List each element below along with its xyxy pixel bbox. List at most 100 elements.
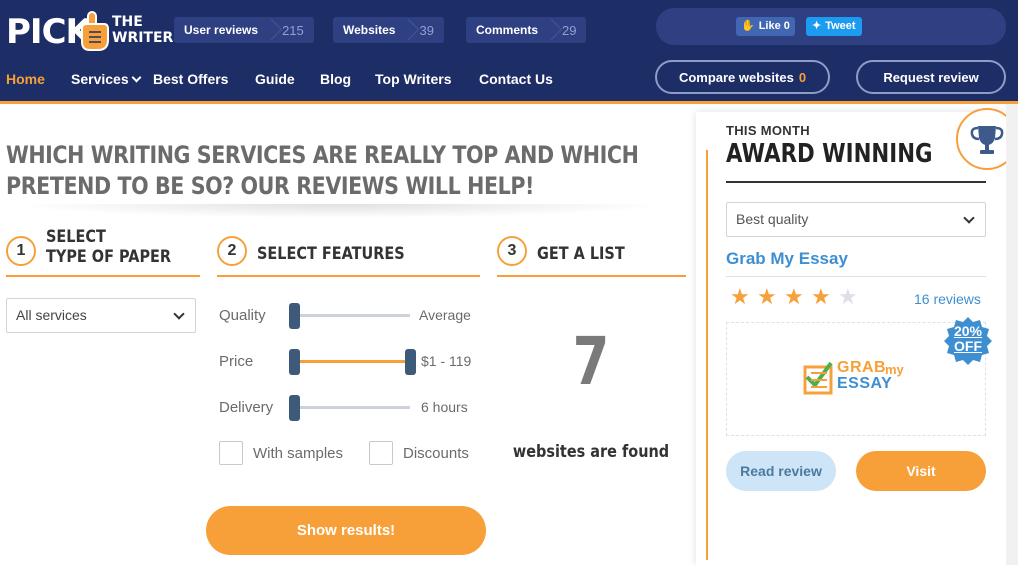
stat-user-reviews[interactable]: User reviews 215 <box>174 17 314 43</box>
nav-services[interactable]: Services <box>71 71 142 87</box>
twitter-bird-icon: ✦ <box>812 20 822 32</box>
step-get-list: 3 GET A LIST <box>497 227 686 277</box>
read-review-button[interactable]: Read review <box>726 451 836 491</box>
delivery-slider-handle[interactable] <box>289 395 300 421</box>
page-headline: WHICH WRITING SERVICES ARE REALLY TOP AN… <box>6 140 639 202</box>
nav-home[interactable]: Home <box>6 71 45 87</box>
visit-button[interactable]: Visit <box>856 451 986 491</box>
quality-label: Quality <box>219 307 266 324</box>
logo-writer-text: WRITER <box>112 30 174 46</box>
price-slider-track[interactable] <box>294 360 410 363</box>
nav-guide[interactable]: Guide <box>255 71 295 87</box>
logo-the-text: THE <box>112 14 143 30</box>
sort-quality-value: Best quality <box>736 211 809 227</box>
request-review-button[interactable]: Request review <box>856 60 1006 94</box>
nav-blog[interactable]: Blog <box>320 71 351 87</box>
page-scrollbar[interactable] <box>1006 104 1018 565</box>
chevron-right-icon <box>548 17 558 43</box>
brand-divider <box>726 276 986 277</box>
nav-services-label: Services <box>71 71 129 87</box>
step-number: 3 <box>497 236 527 266</box>
stat-label: User reviews <box>184 23 259 37</box>
quality-value: Average <box>419 307 471 323</box>
nav-contact-us[interactable]: Contact Us <box>479 71 553 87</box>
service-name-link[interactable]: Grab My Essay <box>726 249 848 269</box>
social-bar: ✋ Like 0 ✦ Tweet <box>656 8 1006 45</box>
stat-label: Websites <box>343 23 396 37</box>
pointing-hand-icon <box>81 11 109 51</box>
with-samples-checkbox[interactable] <box>219 441 243 465</box>
stat-comments[interactable]: Comments 29 <box>466 17 587 43</box>
logo-the-writer: THE WRITER <box>112 14 173 46</box>
stat-value: 39 <box>419 22 434 38</box>
sort-quality-select[interactable]: Best quality <box>726 202 986 237</box>
nav-top-writers[interactable]: Top Writers <box>375 71 452 87</box>
tweet-label: Tweet <box>825 20 856 32</box>
with-samples-label[interactable]: With samples <box>253 445 343 462</box>
price-slider-max-handle[interactable] <box>405 349 416 375</box>
discounts-label[interactable]: Discounts <box>403 445 469 462</box>
quality-slider-track[interactable] <box>294 314 410 317</box>
title-rule <box>726 181 986 183</box>
headline-line-2: PRETEND TO BE SO? OUR REVIEWS WILL HELP! <box>6 172 535 200</box>
delivery-label: Delivery <box>219 399 274 416</box>
paper-type-select[interactable]: All services <box>6 298 196 333</box>
delivery-value: 6 hours <box>421 399 468 415</box>
result-text: websites are found <box>512 442 670 462</box>
step-title: GET A LIST <box>537 244 625 264</box>
chevron-right-icon <box>405 17 415 43</box>
result-count: 7 <box>572 323 610 400</box>
star-icon: ★ <box>730 284 750 309</box>
thumbs-up-icon: ✋ <box>741 20 755 32</box>
step-select-paper: 1 SELECT TYPE OF PAPER <box>6 227 200 277</box>
price-slider-min-handle[interactable] <box>289 349 300 375</box>
header-accent-line <box>0 101 1018 104</box>
step-select-features: 2 SELECT FEATURES <box>217 227 480 277</box>
nav-best-offers[interactable]: Best Offers <box>153 71 228 87</box>
chevron-down-icon <box>963 212 975 224</box>
stat-websites[interactable]: Websites 39 <box>333 17 444 43</box>
star-icon: ★ <box>811 284 831 309</box>
badge-percent: 20% <box>953 323 983 339</box>
facebook-like-button[interactable]: ✋ Like 0 <box>736 17 795 36</box>
panel-accent-line <box>706 150 708 560</box>
step-number: 2 <box>217 236 247 266</box>
step-title: SELECT TYPE OF PAPER <box>46 227 171 267</box>
price-value: $1 - 119 <box>421 353 472 369</box>
show-results-button[interactable]: Show results! <box>206 506 486 555</box>
visit-label: Visit <box>906 463 936 479</box>
price-slider-range <box>294 360 410 363</box>
delivery-slider-track[interactable] <box>294 406 410 409</box>
logo-word-essay: ESSAY <box>837 375 893 392</box>
price-label: Price <box>219 353 254 370</box>
step-number: 1 <box>6 236 36 266</box>
compare-count: 0 <box>798 69 807 85</box>
paper-type-value: All services <box>16 307 87 323</box>
stat-value: 215 <box>282 22 304 38</box>
chevron-right-icon <box>268 17 278 43</box>
star-icon: ★ <box>757 284 777 309</box>
quality-slider-handle[interactable] <box>289 303 300 329</box>
like-label: Like 0 <box>758 20 790 32</box>
stat-value: 29 <box>562 22 577 38</box>
request-label: Request review <box>883 69 979 85</box>
star-empty-icon: ★ <box>838 284 858 309</box>
discounts-checkbox[interactable] <box>369 441 393 465</box>
compare-websites-button[interactable]: Compare websites 0 <box>655 60 830 94</box>
step-title: SELECT FEATURES <box>257 244 405 264</box>
discount-badge-text[interactable]: 20% OFF <box>943 324 993 354</box>
step-title-line-2: TYPE OF PAPER <box>46 247 172 267</box>
compare-label: Compare websites <box>678 69 794 85</box>
reviews-count-link[interactable]: 16 reviews <box>914 291 981 307</box>
show-results-label: Show results! <box>296 522 396 539</box>
chevron-down-icon <box>131 72 142 83</box>
award-winning-title: AWARD WINNING <box>726 139 933 169</box>
headline-divider <box>10 204 670 218</box>
read-review-label: Read review <box>740 463 822 479</box>
headline-line-1: WHICH WRITING SERVICES ARE REALLY TOP AN… <box>6 141 639 169</box>
tweet-button[interactable]: ✦ Tweet <box>806 17 862 36</box>
stat-label: Comments <box>476 23 539 37</box>
step-title-line-1: SELECT <box>46 227 106 247</box>
this-month-label: THIS MONTH <box>726 123 810 138</box>
badge-off: OFF <box>954 338 982 354</box>
